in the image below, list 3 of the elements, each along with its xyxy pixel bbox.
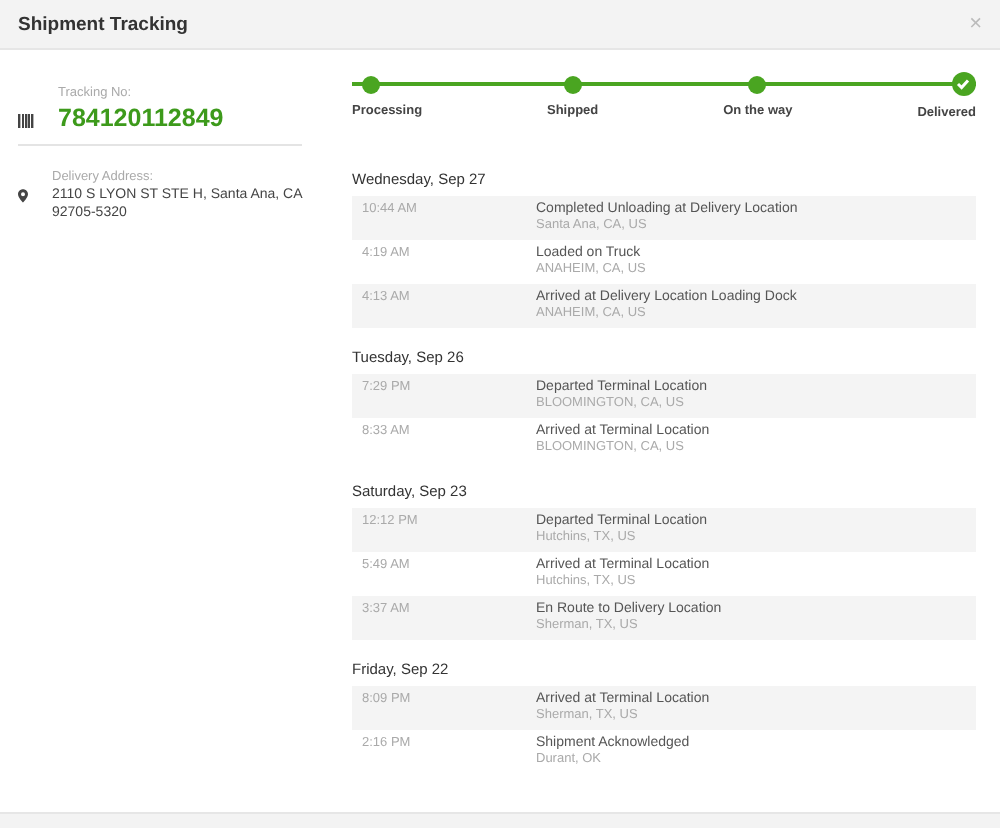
- window-title: Shipment Tracking: [18, 13, 188, 35]
- close-button[interactable]: ×: [969, 13, 982, 35]
- tracking-number: 784120112849: [58, 104, 224, 132]
